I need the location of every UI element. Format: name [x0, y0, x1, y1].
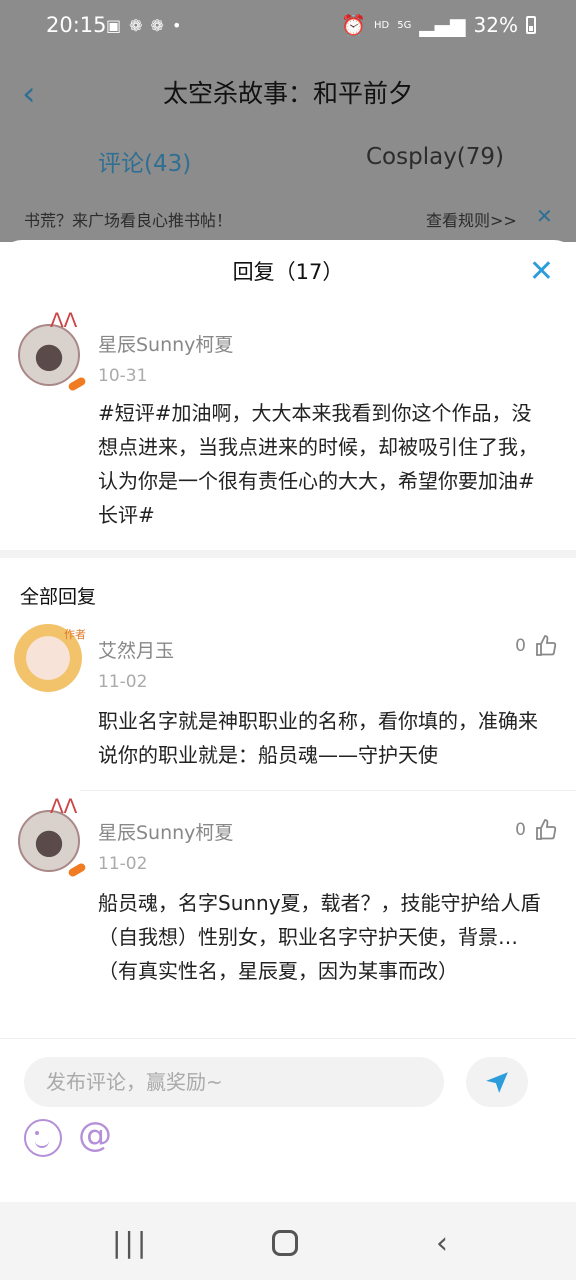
status-time: 20:15: [46, 13, 107, 37]
recent-apps-icon[interactable]: |||: [112, 1226, 149, 1259]
battery-percent: 32%: [473, 13, 518, 37]
carrot-icon: [67, 862, 87, 878]
emoji-icon[interactable]: [24, 1119, 62, 1157]
avatar[interactable]: ᐱᐱ: [18, 794, 87, 878]
section-divider: [0, 550, 576, 558]
reply-text: 职业名字就是神职职业的名称，看你填的，准确来说你的职业就是：船员魂——守护天使: [98, 709, 538, 767]
original-date: 10-31: [98, 366, 148, 386]
like-button[interactable]: 0: [515, 634, 558, 658]
notification-icons: ▣ ❁ ❁ •: [106, 16, 181, 35]
bunny-ears-icon: ᐱᐱ: [50, 308, 78, 332]
all-replies-title: 全部回复: [20, 586, 97, 608]
tab-comments[interactable]: 评论(43): [98, 144, 191, 178]
carrot-icon: [67, 376, 87, 392]
tab-cosplay[interactable]: Cosplay(79): [366, 144, 504, 170]
wechat-icon: ❁: [150, 16, 164, 35]
rules-link[interactable]: 查看规则>>: [426, 207, 517, 231]
page-title: 太空杀故事：和平前夕: [162, 79, 413, 108]
avatar[interactable]: 作者: [14, 624, 86, 692]
close-notice-icon[interactable]: ✕: [536, 204, 553, 228]
bunny-ears-icon: ᐱᐱ: [50, 794, 78, 818]
dot-icon: •: [171, 16, 182, 35]
original-comment-text: #短评#加油啊，大大本来我看到你这个作品，没想点进来，当我点进来的时候，却被吸引…: [98, 401, 538, 527]
signal-icon: ▂▄▆: [419, 13, 466, 37]
like-count: 0: [515, 820, 526, 840]
home-icon[interactable]: [272, 1230, 298, 1256]
send-button[interactable]: [466, 1057, 528, 1107]
signal-label: 5G: [397, 19, 412, 31]
reply-username[interactable]: 星辰Sunny柯夏: [98, 818, 233, 845]
reply-username[interactable]: 艾然月玉: [98, 636, 174, 663]
reply-date: 11-02: [98, 672, 148, 692]
thumbs-up-icon: [536, 635, 557, 656]
like-button[interactable]: 0: [515, 818, 558, 842]
alarm-icon: ⏰: [341, 13, 367, 37]
avatar[interactable]: ᐱᐱ: [18, 308, 87, 392]
notice-banner-text[interactable]: 书荒？来广场看良心推书帖！: [24, 207, 232, 231]
network-label: HD: [374, 19, 390, 31]
image-icon: ▣: [106, 16, 122, 35]
reply-divider: [80, 790, 576, 791]
reply-date: 11-02: [98, 854, 148, 874]
original-username[interactable]: 星辰Sunny柯夏: [98, 330, 233, 357]
close-icon[interactable]: ✕: [529, 254, 554, 289]
wechat-icon: ❁: [129, 16, 143, 35]
system-nav-bar: ||| ‹: [0, 1202, 576, 1280]
sheet-title: 回复（17）: [232, 260, 344, 284]
status-bar: 20:15 ▣ ❁ ❁ • ⏰ HD 5G ▂▄▆ 32%: [0, 0, 576, 52]
thumbs-up-icon: [536, 819, 557, 840]
mention-icon[interactable]: @: [78, 1115, 112, 1155]
reply-text: 船员魂，名字Sunny夏，载者？，技能守护给人盾（自我想）性别女，职业名字守护天…: [98, 891, 541, 983]
status-right: ⏰ HD 5G ▂▄▆ 32%: [341, 13, 536, 37]
comment-input[interactable]: [24, 1057, 444, 1107]
send-icon: [486, 1072, 508, 1093]
like-count: 0: [515, 636, 526, 656]
comment-input-bar: @: [0, 1038, 576, 1202]
page-header: ‹ 太空杀故事：和平前夕 评论(43) Cosplay(79) 书荒？来广场看良…: [0, 52, 576, 242]
author-badge: 作者: [64, 628, 86, 641]
back-icon[interactable]: ‹: [436, 1226, 448, 1261]
battery-icon: [526, 16, 536, 34]
